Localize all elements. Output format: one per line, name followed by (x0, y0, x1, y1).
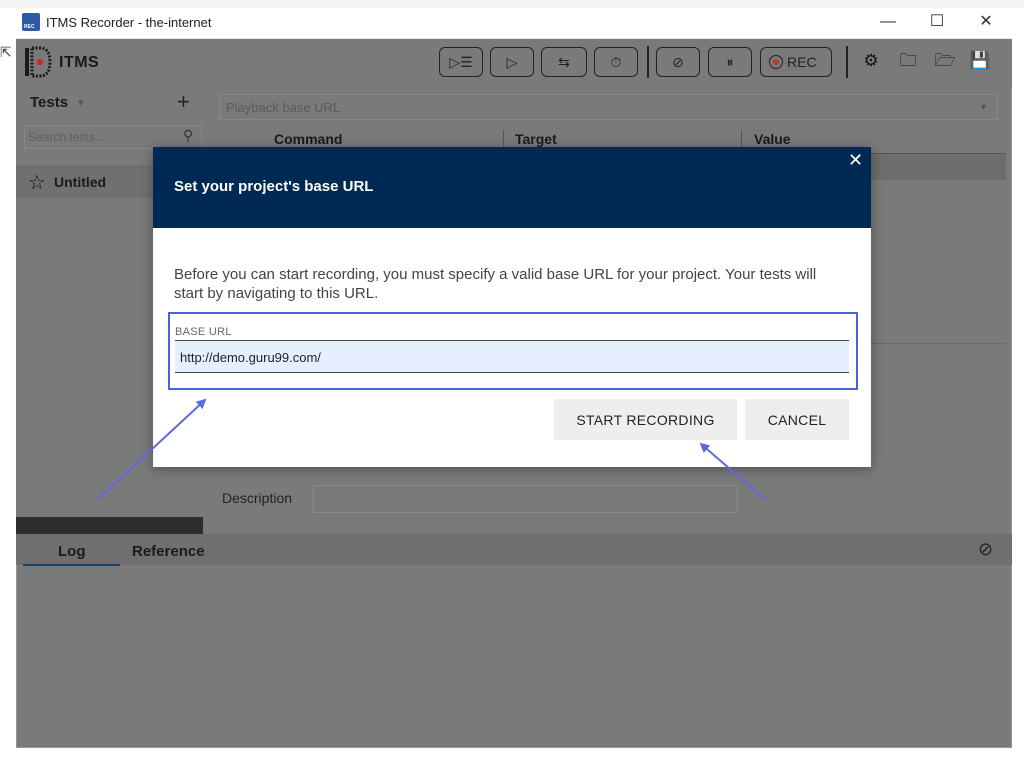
pause-exceptions-button[interactable]: ⏸ (708, 47, 752, 77)
record-label: REC (787, 54, 817, 70)
clear-log-icon[interactable]: ⊘ (978, 539, 993, 560)
app-icon-label: REC (24, 24, 35, 30)
base-url-input[interactable] (180, 348, 840, 366)
minimize-button[interactable]: — (873, 11, 903, 33)
play-list-icon: ▷☰ (449, 53, 473, 70)
mouse-cursor-icon: ⇱ (0, 44, 12, 60)
description-label: Description (222, 490, 293, 506)
record-dot-icon (769, 55, 783, 69)
disable-breakpoints-button[interactable]: ⊘ (656, 47, 700, 77)
add-test-button[interactable]: + (177, 89, 190, 115)
column-header-value: Value (754, 131, 791, 147)
dialog-title: Set your project's base URL (174, 178, 374, 195)
search-icon[interactable]: ⚲ (183, 127, 193, 144)
breakpoint-off-icon: ⊘ (672, 53, 684, 70)
column-header-command: Command (274, 131, 343, 147)
field-bottom-border (175, 372, 849, 373)
toolbar-divider (647, 46, 649, 78)
toolbar-divider (846, 46, 848, 78)
chevron-down-icon[interactable]: ▼ (979, 102, 988, 112)
record-button[interactable]: REC (760, 47, 832, 77)
tests-dropdown-label[interactable]: Tests (30, 94, 68, 111)
cancel-button[interactable]: CANCEL (745, 399, 849, 440)
base-url-label: BASE URL (175, 326, 232, 338)
test-name[interactable]: Untitled (54, 174, 106, 190)
new-project-icon[interactable]: 🗀 (897, 49, 919, 73)
pause-circle-icon: ⏸ (726, 53, 734, 70)
selected-command-row[interactable] (860, 154, 1006, 180)
settings-icon[interactable]: ⚙ (860, 49, 882, 73)
search-tests-input[interactable] (28, 129, 178, 145)
stopwatch-icon: ⏱ (610, 53, 622, 70)
save-project-icon[interactable]: 💾 (969, 49, 991, 73)
maximize-button[interactable]: ☐ (922, 11, 952, 33)
window-title: ITMS Recorder - the-internet (46, 15, 212, 30)
run-all-tests-button[interactable]: ▷☰ (439, 47, 483, 77)
play-icon: ▷ (506, 53, 518, 70)
background-taskbar-strip (0, 0, 1024, 8)
open-project-icon[interactable]: 🗁 (934, 49, 956, 73)
run-test-button[interactable]: ▷ (490, 47, 534, 77)
sidebar-resize-bar[interactable] (16, 517, 203, 534)
dialog-message: Before you can start recording, you must… (174, 266, 817, 302)
app-icon: REC (22, 13, 40, 31)
itms-logo-icon (25, 46, 52, 78)
description-input[interactable] (313, 485, 738, 513)
logo-text: ITMS (59, 54, 100, 71)
tab-reference[interactable]: Reference (132, 543, 205, 560)
column-divider (741, 130, 742, 148)
close-window-button[interactable]: ✕ (971, 11, 1001, 33)
star-icon: ☆ (28, 172, 46, 194)
close-icon[interactable]: ✕ (848, 150, 863, 171)
column-header-target: Target (515, 131, 557, 147)
active-tab-underline (23, 564, 120, 566)
step-button[interactable]: ⇆ (541, 47, 587, 77)
chevron-down-icon[interactable]: ▼ (76, 98, 86, 109)
tab-log[interactable]: Log (58, 543, 86, 560)
start-recording-button[interactable]: START RECORDING (554, 399, 737, 440)
step-over-icon: ⇆ (558, 53, 570, 70)
playback-base-url-input[interactable] (226, 99, 926, 115)
column-divider (503, 130, 504, 148)
speed-button[interactable]: ⏱ (594, 47, 638, 77)
